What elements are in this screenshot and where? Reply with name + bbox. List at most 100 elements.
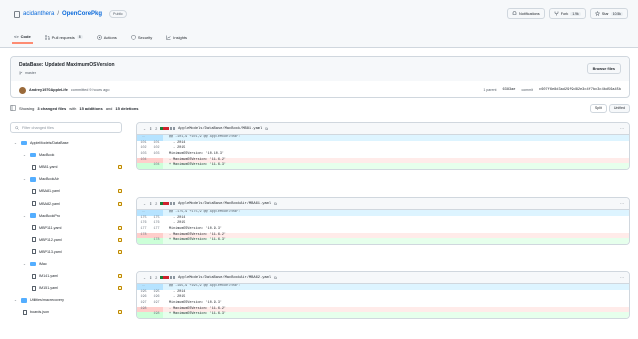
collapse-chevron-icon[interactable]: ⌄ (143, 276, 146, 280)
star-button[interactable]: Star 10.5k (589, 8, 628, 19)
tree-folder[interactable]: ⌄ MacBook (10, 149, 128, 161)
tree-folder[interactable]: ⌄ MacBookPro (10, 210, 128, 222)
avatar[interactable] (19, 86, 26, 94)
tab-pull-requests[interactable]: Pull requests 8 (43, 30, 85, 44)
tab-actions[interactable]: Actions (95, 30, 119, 44)
file-tree-nodes: ⌄ AppleModels/DataBase ⌄ MacBook MB81.yaml ⌄ M… (10, 137, 128, 318)
tree-file[interactable]: IM141.yaml (10, 270, 128, 282)
unified-view-button[interactable]: Unified (608, 103, 630, 113)
tab-insights[interactable]: Insights (164, 30, 189, 44)
code-icon: <> (14, 33, 19, 39)
repo-tabs: <> Code Pull requests 8 Actions Security (12, 30, 189, 44)
file-modified-icon (118, 274, 122, 279)
pull-request-icon (44, 34, 50, 40)
new-line-number: 198 (150, 312, 163, 318)
copy-icon[interactable]: ⧉ (265, 127, 268, 131)
tree-item-label: MBP111.yaml (39, 225, 62, 230)
repo-icon (14, 10, 20, 18)
old-line-number (137, 238, 150, 244)
copy-icon[interactable]: ⧉ (274, 276, 277, 280)
diff-line-code: + MaximumOSVersion: '11.6.3' (169, 312, 226, 317)
tree-file[interactable]: MB81.yaml (10, 161, 128, 173)
file-modified-icon (118, 310, 122, 315)
chevron-down-icon: ⌄ (23, 261, 26, 266)
file-icon (32, 273, 36, 279)
fork-button[interactable]: Fork 1.9k (548, 8, 586, 19)
deletions-count: 15 deletions (115, 105, 139, 111)
pull-requests-count: 8 (76, 35, 83, 39)
copy-icon[interactable]: ⧉ (274, 202, 277, 206)
tree-file[interactable]: MBP111.yaml (10, 222, 128, 234)
tab-security[interactable]: Security (129, 30, 154, 44)
expand-lines-icon[interactable]: ⇕ (149, 127, 152, 131)
commit-shas: 1 parent 6383ae commit c607f6e8d3ad29f9d… (483, 88, 621, 92)
tree-folder[interactable]: ⌄ iMac (10, 258, 128, 270)
file-modified-icon (118, 237, 122, 242)
notifications-button[interactable]: Notifications (507, 8, 545, 19)
expand-lines-icon[interactable]: ⇕ (149, 202, 152, 206)
file-icon (32, 188, 36, 194)
parent-label: 1 parent (483, 88, 497, 92)
tab-pull-requests-label: Pull requests (51, 34, 75, 40)
tab-code[interactable]: <> Code (12, 30, 33, 44)
diff-file-path[interactable]: AppleModels/DataBase/MacBookAir/MBA61.ya… (178, 202, 271, 206)
kebab-menu-icon[interactable]: ··· (620, 126, 624, 131)
diff-change-count: 2 (155, 201, 158, 206)
expand-lines-icon[interactable]: ⇕ (149, 276, 152, 280)
diff-line-code: + MaximumOSVersion: '11.6.3' (169, 238, 226, 243)
branch-icon (19, 71, 23, 75)
split-view-button[interactable]: Split (589, 103, 607, 113)
kebab-menu-icon[interactable]: ··· (620, 201, 624, 206)
chevron-down-icon: ⌄ (23, 213, 26, 218)
star-label: Star (601, 11, 609, 16)
tree-folder[interactable]: ⌄ AppleModels/DataBase (10, 137, 128, 149)
tree-file[interactable]: IM151.yaml (10, 282, 128, 294)
files-changed-count[interactable]: 3 changed files (37, 106, 66, 111)
summary-text: Showing 3 changed files with 15 addition… (10, 105, 139, 111)
browse-files-button[interactable]: Browse files (586, 63, 621, 74)
tree-file[interactable]: MBP112.yaml (10, 234, 128, 246)
tree-item-label: MBP113.yaml (39, 249, 62, 254)
summary-with: with (69, 105, 77, 111)
folder-icon (30, 261, 36, 267)
tree-file[interactable]: MBA81.yaml (10, 185, 128, 197)
file-tree-toggle-icon[interactable] (10, 105, 16, 111)
collapse-chevron-icon[interactable]: ⌄ (143, 202, 146, 206)
diff-file-path[interactable]: AppleModels/DataBase/MacBook/MB81.yaml (178, 127, 262, 131)
fork-count: 1.9k (570, 11, 581, 16)
diffstat-blocks (160, 276, 176, 279)
diff-file-path[interactable]: AppleModels/DataBase/MacBookAir/MBA62.ya… (178, 276, 271, 280)
diff-file-header: ⌄ ⇕ 2 AppleModels/DataBase/MacBookAir/MBA62… (137, 272, 629, 284)
repo-owner-link[interactable]: acidanthera (23, 11, 54, 17)
notifications-label: Notifications (519, 11, 540, 16)
diff-file-header: ⌄ ⇕ 2 AppleModels/DataBase/MacBook/MB81.yam… (137, 123, 629, 135)
tree-file[interactable]: MBA82.yaml (10, 197, 128, 209)
tree-folder[interactable]: ⌄ Utilities/macrecovery (10, 294, 128, 306)
diff-line-code: + MaximumOSVersion: '11.6.3' (169, 163, 226, 168)
collapse-chevron-icon[interactable]: ⌄ (143, 127, 146, 131)
tree-item-label: IM151.yaml (39, 286, 59, 291)
tree-item-label: MacBook (39, 153, 55, 158)
tree-folder[interactable]: ⌄ MacBookAir (10, 173, 128, 185)
tab-code-label: Code (20, 33, 31, 39)
commit-header: DataBase: Updated MaximumOSVersion maste… (11, 57, 629, 81)
tree-item-label: MacBookAir (39, 177, 59, 182)
file-modified-icon (118, 249, 122, 254)
tree-file[interactable]: MBP113.yaml (10, 246, 128, 258)
shield-icon (131, 34, 136, 40)
author-link[interactable]: Andrey1970AppleLife (29, 88, 68, 92)
new-line-number: 104 (150, 163, 163, 169)
tree-file[interactable]: boards.json (10, 306, 128, 318)
diff-change-count: 2 (155, 126, 158, 131)
kebab-menu-icon[interactable]: ··· (620, 275, 624, 280)
branch-name-link[interactable]: master (25, 71, 36, 75)
filter-files-input[interactable]: Filter changed files (10, 122, 122, 133)
diff-change-count: 2 (155, 275, 158, 280)
parent-sha-link[interactable]: 6383ae (503, 88, 516, 92)
tab-security-label: Security (137, 34, 153, 40)
tree-item-label: Utilities/macrecovery (30, 298, 65, 303)
diff-summary: Showing 3 changed files with 15 addition… (10, 101, 630, 115)
summary-prefix: Showing (19, 105, 35, 111)
authored-time: committed 9 hours ago (70, 88, 110, 92)
repo-name-link[interactable]: OpenCorePkg (62, 11, 102, 17)
